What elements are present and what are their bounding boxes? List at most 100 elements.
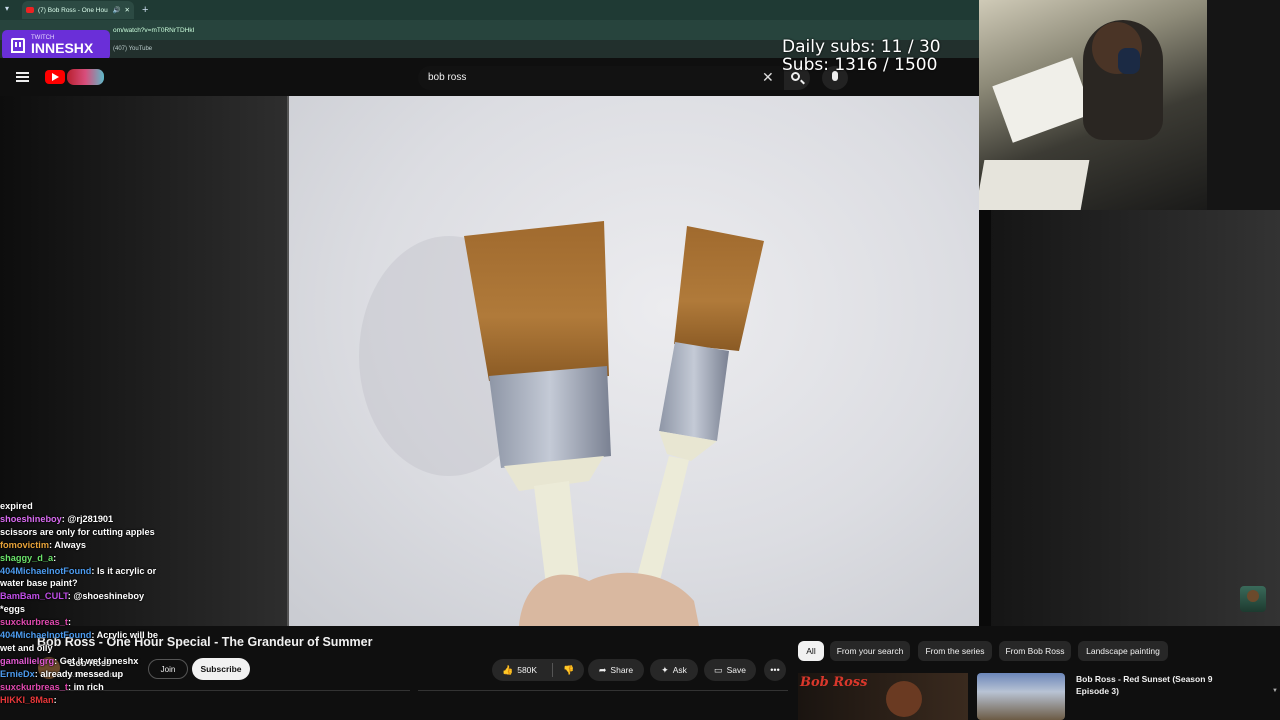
video-player[interactable] xyxy=(287,96,979,626)
divider xyxy=(418,690,788,691)
menu-icon[interactable] xyxy=(16,72,29,82)
chat-message: expired xyxy=(0,500,230,513)
chat-username[interactable]: suxckurbreas_t xyxy=(0,617,68,627)
recommendation-title[interactable]: Bob Ross - Red Sunset (Season 9 Episode … xyxy=(1076,673,1226,697)
twitch-badge: TWITCH INNESHX xyxy=(2,30,110,60)
chat-colon: : xyxy=(67,617,71,628)
scroll-down-icon[interactable]: ▼ xyxy=(1272,688,1278,694)
chat-message: HIKKI_8Man: xyxy=(0,694,230,707)
tab-audio-icon[interactable]: 🔊 xyxy=(112,6,120,14)
twitch-logo-icon xyxy=(11,37,25,53)
share-icon: ➦ xyxy=(598,664,607,675)
chat-text: expired xyxy=(0,501,33,511)
youtube-favicon-icon xyxy=(26,7,34,13)
chat-text: im rich xyxy=(73,681,104,692)
browser-tab[interactable]: (7) Bob Ross - One Hour Sp 🔊 ✕ xyxy=(22,1,134,19)
chat-message: 404MichaelnotFound: Acrylic will be xyxy=(0,629,230,642)
chat-text: @shoeshineboy xyxy=(73,591,145,602)
hand xyxy=(519,572,699,626)
more-icon: ••• xyxy=(770,665,780,675)
sub-goals-overlay: Daily subs: 11 / 30 Subs: 1316 / 1500 xyxy=(782,38,941,74)
chat-username[interactable]: fomovictim xyxy=(0,540,49,550)
webcam-side-panel xyxy=(1207,0,1280,210)
new-tab-icon[interactable]: + xyxy=(142,4,148,16)
chat-message: shoeshineboy: @rj281901 xyxy=(0,513,230,526)
ask-button[interactable]: ✦ Ask xyxy=(650,659,698,681)
chip-all[interactable]: All xyxy=(798,641,824,661)
right-divider xyxy=(979,210,991,626)
ask-label: Ask xyxy=(672,665,687,675)
thumbs-down-icon: 👎 xyxy=(563,664,575,675)
chat-message: shaggy_d_a: xyxy=(0,552,230,565)
chat-text: *eggs xyxy=(0,604,26,615)
thumbnail-face xyxy=(886,681,922,717)
browser-tab-strip: ▾ (7) Bob Ross - One Hour Sp 🔊 ✕ + xyxy=(0,0,980,20)
youtube-doodle-icon[interactable] xyxy=(67,69,104,85)
search-query[interactable]: bob ross xyxy=(428,72,466,83)
chat-username[interactable]: HIKKI_8Man xyxy=(0,695,54,705)
chat-text: Get it wet inneshx xyxy=(59,655,139,666)
chat-colon: : xyxy=(53,552,57,563)
more-actions-button[interactable]: ••• xyxy=(764,659,786,681)
video-frame xyxy=(359,221,764,626)
chat-message: suxckurbreas_t: im rich xyxy=(0,681,230,694)
chat-message: 404MichaelnotFound: Is it acrylic or xyxy=(0,565,230,578)
search-input[interactable] xyxy=(418,66,784,90)
chat-username[interactable]: 404MichaelnotFound xyxy=(0,630,91,640)
recommendation-thumbnail[interactable] xyxy=(977,673,1065,720)
chat-message: scissors are only for cutting apples xyxy=(0,526,230,539)
chat-text: @rj281901 xyxy=(67,513,114,524)
chat-text: Always xyxy=(54,539,86,550)
bookmark-icon: ▭ xyxy=(714,664,723,675)
clear-search-icon[interactable]: ✕ xyxy=(762,69,774,86)
like-count: 580K xyxy=(517,665,538,675)
chat-message: fomovictim: Always xyxy=(0,539,230,552)
youtube-logo-icon[interactable] xyxy=(45,70,65,84)
right-background xyxy=(979,210,1280,626)
recommendation-thumbnail[interactable]: Bob Ross xyxy=(798,673,968,720)
floating-avatar[interactable] xyxy=(1240,586,1266,612)
chip-from-bob-ross[interactable]: From Bob Ross xyxy=(999,641,1071,661)
share-button[interactable]: ➦ Share xyxy=(588,659,644,681)
chip-landscape-painting[interactable]: Landscape painting xyxy=(1078,641,1168,661)
save-label: Save xyxy=(726,665,746,675)
chat-message: wet and oily xyxy=(0,642,230,655)
chat-message: suxckurbreas_t: xyxy=(0,616,230,629)
like-divider xyxy=(552,663,553,677)
chat-username[interactable]: 404MichaelnotFound xyxy=(0,566,91,576)
chat-text: scissors are only for cutting apples xyxy=(0,526,155,537)
chat-username[interactable]: shaggy_d_a xyxy=(0,553,53,563)
chat-text: wet and oily xyxy=(0,642,53,653)
chat-username[interactable]: ErnieDx xyxy=(0,669,35,679)
chat-text: Acrylic will be xyxy=(96,630,158,641)
chat-message: gamallielgrg: Get it wet inneshx xyxy=(0,655,230,668)
webcam-paper xyxy=(975,160,1090,210)
tab-close-icon[interactable]: ✕ xyxy=(125,6,130,14)
chat-text: already messed up xyxy=(40,668,124,679)
thumbnail-text: Bob Ross xyxy=(800,675,868,690)
share-label: Share xyxy=(610,665,634,675)
chip-from-the-series[interactable]: From the series xyxy=(918,641,992,661)
dislike-button[interactable]: 👎 xyxy=(554,659,584,681)
daily-subs-goal: Daily subs: 11 / 30 xyxy=(782,37,941,57)
chat-message: *eggs xyxy=(0,603,230,616)
url-text[interactable]: om/watch?v=mT0RNrTDHkI xyxy=(113,27,194,34)
chat-username[interactable]: suxckurbreas_t xyxy=(0,682,68,692)
chat-username[interactable]: BamBam_CULT xyxy=(0,591,68,601)
chat-colon: : xyxy=(53,694,57,705)
save-button[interactable]: ▭ Save xyxy=(704,659,756,681)
chat-text: Is it acrylic or xyxy=(97,565,157,576)
screen: ▾ (7) Bob Ross - One Hour Sp 🔊 ✕ + om/wa… xyxy=(0,0,1280,720)
chat-username[interactable]: gamallielgrg xyxy=(0,656,54,666)
tab-title: (7) Bob Ross - One Hour Sp xyxy=(38,6,108,14)
chat-message: water base paint? xyxy=(0,577,230,590)
headphones-icon xyxy=(1118,48,1140,74)
subs-goal: Subs: 1316 / 1500 xyxy=(782,55,938,75)
bookmark-youtube[interactable]: (407) YouTube xyxy=(113,46,152,52)
chat-message: BamBam_CULT: @shoeshineboy xyxy=(0,590,230,603)
sparkle-icon: ✦ xyxy=(661,664,669,675)
chip-from-your-search[interactable]: From your search xyxy=(830,641,910,661)
tab-list-chevron-icon[interactable]: ▾ xyxy=(5,4,9,13)
small-paint-brush xyxy=(624,226,764,626)
chat-username[interactable]: shoeshineboy xyxy=(0,514,62,524)
